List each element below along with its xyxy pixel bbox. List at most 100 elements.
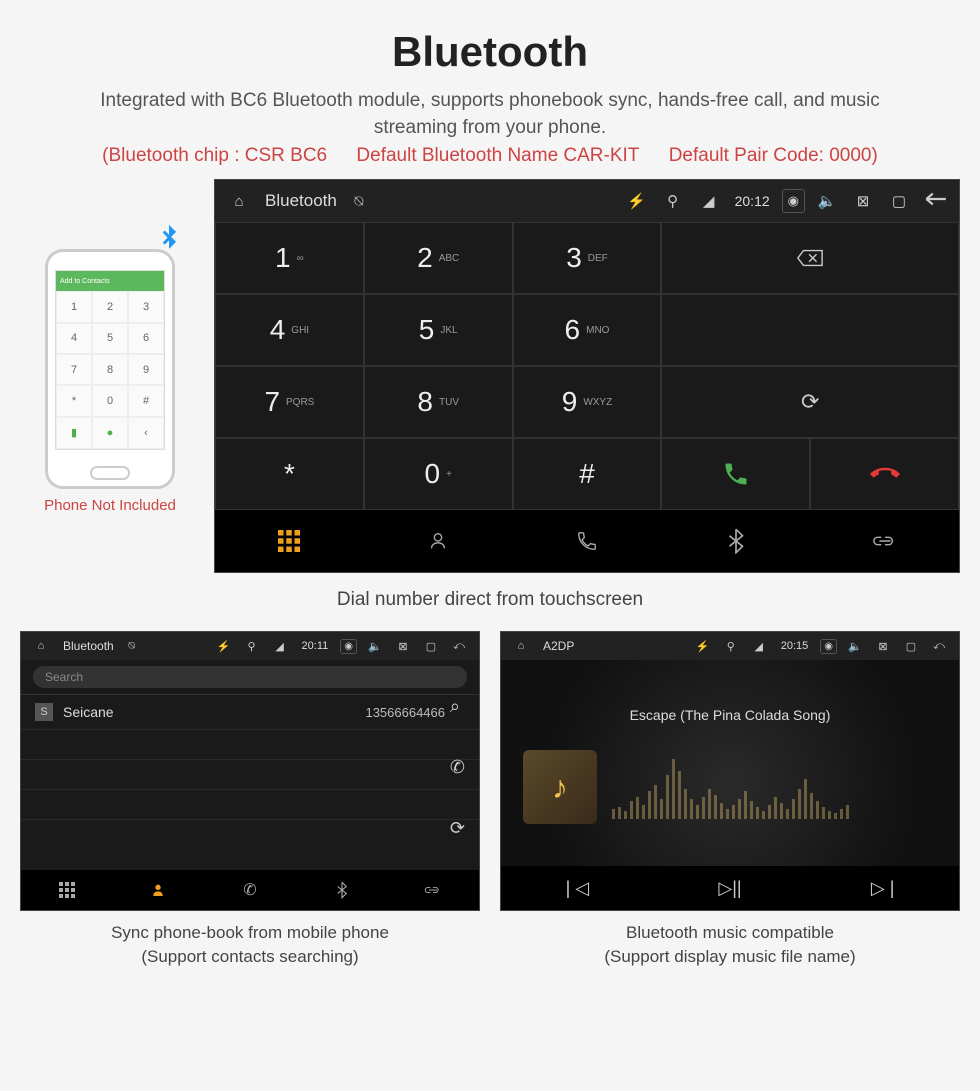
contacts-statusbar-title: Bluetooth <box>63 639 114 653</box>
close-window-icon[interactable]: ⊠ <box>393 640 413 653</box>
contacts-statusbar: ⌂ Bluetooth ⍉ ⚡ ⚲ ◢ 20:11 ◉ 🔈 ⊠ ▢ ⤺ <box>21 632 479 660</box>
contacts-tabbar: ✆ <box>21 870 479 910</box>
clock-label: 20:11 <box>302 640 329 652</box>
key-0[interactable]: 0+ <box>364 438 513 510</box>
clock-label: 20:15 <box>781 640 809 652</box>
home-icon[interactable]: ⌂ <box>511 640 531 652</box>
location-icon: ⚲ <box>659 192 687 210</box>
call-icon[interactable]: ✆ <box>450 757 465 778</box>
music-caption-2: (Support display music file name) <box>500 945 960 969</box>
key-star[interactable]: * <box>215 438 364 510</box>
tab-call-log[interactable]: ✆ <box>204 870 296 910</box>
bluetooth-status-icon: ⚡ <box>214 640 234 653</box>
music-screen: ⌂ A2DP ⚡ ⚲ ◢ 20:15 ◉ 🔈 ⊠ ▢ ⤺ Escape (The… <box>500 631 960 911</box>
screenshot-button[interactable]: ◉ <box>820 639 837 654</box>
song-title: Escape (The Pina Colada Song) <box>630 707 831 723</box>
tab-dialpad[interactable] <box>21 870 113 910</box>
tab-contacts[interactable] <box>364 510 513 572</box>
usb-icon: ⍉ <box>122 640 142 653</box>
key-2[interactable]: 2ABC <box>364 222 513 294</box>
recent-apps-icon[interactable]: ▢ <box>901 640 921 653</box>
refresh-key[interactable]: ⟳ <box>661 366 959 438</box>
key-9[interactable]: 9WXYZ <box>513 366 662 438</box>
back-icon[interactable]: ⤺ <box>929 640 949 653</box>
prev-track-button[interactable]: | ◁ <box>501 866 654 910</box>
location-icon: ⚲ <box>242 640 262 653</box>
volume-icon[interactable]: 🔈 <box>365 640 385 653</box>
tab-bluetooth[interactable] <box>296 870 388 910</box>
close-window-icon[interactable]: ⊠ <box>849 192 877 210</box>
key-4[interactable]: 4GHI <box>215 294 364 366</box>
key-hash[interactable]: # <box>513 438 662 510</box>
home-icon[interactable]: ⌂ <box>31 640 51 652</box>
close-window-icon[interactable]: ⊠ <box>873 640 893 653</box>
dial-tabbar <box>215 510 959 572</box>
bluetooth-signal-icon <box>152 222 186 263</box>
bluetooth-status-icon: ⚡ <box>693 640 713 653</box>
call-answer-button[interactable] <box>661 438 810 510</box>
next-track-button[interactable]: ▷ | <box>806 866 959 910</box>
spec-name: Default Bluetooth Name CAR-KIT <box>356 145 639 166</box>
dial-statusbar-title: Bluetooth <box>265 191 337 211</box>
key-3[interactable]: 3DEF <box>513 222 662 294</box>
sync-icon[interactable]: ⟳ <box>450 818 465 839</box>
contacts-caption-1: Sync phone-book from mobile phone <box>20 921 480 945</box>
key-1[interactable]: 1∞ <box>215 222 364 294</box>
call-end-button[interactable] <box>810 438 959 510</box>
tab-pair[interactable] <box>387 870 479 910</box>
wifi-icon: ◢ <box>695 192 723 210</box>
tab-bluetooth[interactable] <box>661 510 810 572</box>
contact-phone: 13566664466 <box>365 705 445 720</box>
phone-add-contacts-label: Add to Contacts <box>60 278 110 285</box>
page-subtitle: Integrated with BC6 Bluetooth module, su… <box>0 88 980 141</box>
spec-chip: (Bluetooth chip : CSR BC6 <box>102 145 327 166</box>
usb-icon: ⍉ <box>345 193 373 210</box>
spec-code: Default Pair Code: 0000) <box>669 145 878 166</box>
contact-row[interactable]: S Seicane 13566664466 <box>21 695 479 730</box>
waveform <box>612 749 849 819</box>
home-icon[interactable]: ⌂ <box>225 193 253 210</box>
volume-icon[interactable]: 🔈 <box>845 640 865 653</box>
key-5[interactable]: 5JKL <box>364 294 513 366</box>
album-art: ♪ <box>523 750 597 824</box>
music-statusbar-title: A2DP <box>543 639 574 653</box>
dial-statusbar: ⌂ Bluetooth ⍉ ⚡ ⚲ ◢ 20:12 ◉ 🔈 ⊠ ▢ <box>215 180 959 222</box>
dial-caption: Dial number direct from touchscreen <box>0 573 980 631</box>
back-icon[interactable]: ⤺ <box>449 640 469 653</box>
recent-apps-icon[interactable]: ▢ <box>885 192 913 210</box>
search-input[interactable]: Search <box>33 666 467 688</box>
search-icon[interactable]: ⌕ <box>450 696 465 717</box>
play-pause-button[interactable]: ▷|| <box>654 866 807 910</box>
screenshot-button[interactable]: ◉ <box>340 639 357 654</box>
dial-screen: ⌂ Bluetooth ⍉ ⚡ ⚲ ◢ 20:12 ◉ 🔈 ⊠ ▢ 1∞ 2AB… <box>214 179 960 573</box>
empty-key-1 <box>661 294 959 366</box>
tab-call-log[interactable] <box>513 510 662 572</box>
phone-caption: Phone Not Included <box>20 497 200 514</box>
tab-dialpad[interactable] <box>215 510 364 572</box>
key-8[interactable]: 8TUV <box>364 366 513 438</box>
recent-apps-icon[interactable]: ▢ <box>421 640 441 653</box>
spec-line: (Bluetooth chip : CSR BC6 Default Blueto… <box>0 141 980 179</box>
contacts-caption-2: (Support contacts searching) <box>20 945 480 969</box>
contact-row <box>21 730 479 760</box>
volume-icon[interactable]: 🔈 <box>813 192 841 210</box>
back-icon[interactable] <box>921 191 949 211</box>
music-note-icon: ♪ <box>552 769 568 806</box>
tab-contacts[interactable] <box>113 870 205 910</box>
phone-illustration: Add to Contacts 123 456 789 *0# ▮●‹ <box>45 249 175 489</box>
key-6[interactable]: 6MNO <box>513 294 662 366</box>
page-title: Bluetooth <box>0 0 980 88</box>
contact-badge: S <box>35 703 53 721</box>
wifi-icon: ◢ <box>749 640 769 653</box>
wifi-icon: ◢ <box>270 640 290 653</box>
screenshot-button[interactable]: ◉ <box>782 189 805 213</box>
music-statusbar: ⌂ A2DP ⚡ ⚲ ◢ 20:15 ◉ 🔈 ⊠ ▢ ⤺ <box>501 632 959 660</box>
backspace-key[interactable] <box>661 222 959 294</box>
clock-label: 20:12 <box>735 193 770 209</box>
music-caption-1: Bluetooth music compatible <box>500 921 960 945</box>
contact-row <box>21 790 479 820</box>
key-7[interactable]: 7PQRS <box>215 366 364 438</box>
tab-pair[interactable] <box>810 510 959 572</box>
dialpad: 1∞ 2ABC 3DEF 4GHI 5JKL 6MNO 7PQRS 8TUV 9… <box>215 222 959 510</box>
music-controls: | ◁ ▷|| ▷ | <box>501 866 959 910</box>
